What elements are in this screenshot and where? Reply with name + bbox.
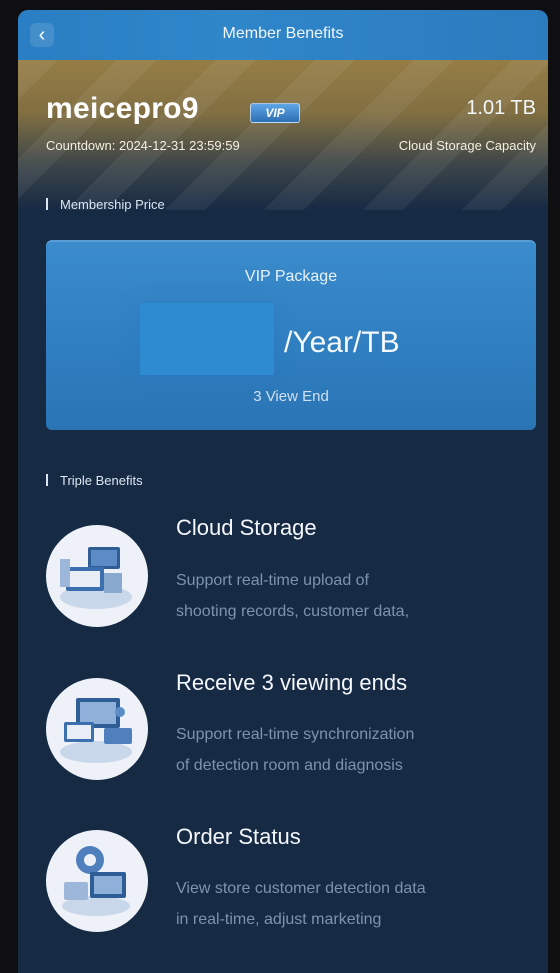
viewing-ends-icon [46, 678, 148, 780]
member-benefits-screen: ‹ Member Benefits meicepro9 VIP 1.01 TB … [18, 10, 548, 973]
storage-capacity: 1.01 TB [466, 97, 536, 119]
profile-hero [18, 60, 548, 210]
benefit-desc-line: Support real-time synchronization [176, 726, 415, 743]
benefit-desc-line: shooting records, customer data, [176, 603, 410, 620]
username: meicepro9 [46, 92, 199, 125]
benefit-desc-line: of detection room and diagnosis [176, 757, 403, 774]
benefit-title: Cloud Storage [176, 515, 317, 540]
top-bar: ‹ Member Benefits [18, 10, 548, 60]
capacity-label: Cloud Storage Capacity [398, 138, 536, 153]
cloud-storage-icon [46, 525, 148, 627]
package-name: VIP Package [244, 268, 338, 285]
viewing-ends-illustration [47, 679, 147, 779]
benefit-title: Order Status [176, 824, 301, 849]
triple-benefits-label: Triple Benefits [60, 473, 143, 488]
benefit-title: Receive 3 viewing ends [176, 670, 408, 695]
membership-price-label: Membership Price [60, 197, 165, 212]
countdown: Countdown: 2024-12-31 23:59:59 [46, 138, 240, 153]
benefit-desc-line: Support real-time upload of [176, 572, 369, 589]
price-unit: /Year/TB [284, 326, 400, 359]
order-status-illustration [47, 831, 147, 931]
triple-benefits-heading: Triple Benefits [46, 473, 143, 488]
vip-badge: VIP [250, 103, 300, 123]
view-ends: 3 View End [253, 388, 329, 405]
price-redacted [140, 303, 274, 375]
benefit-description: View store customer detection data in re… [176, 873, 536, 935]
benefit-description: Support real-time upload of shooting rec… [176, 565, 536, 627]
benefit-desc-line: in real-time, adjust marketing [176, 911, 382, 928]
membership-price-heading: Membership Price [46, 197, 165, 212]
page-title: Member Benefits [222, 25, 344, 42]
benefit-description: Support real-time synchronization of det… [176, 719, 536, 781]
section-bar [46, 198, 48, 210]
vip-package-card[interactable]: VIP Package /Year/TB 3 View End [46, 240, 536, 430]
benefit-desc-line: View store customer detection data [176, 880, 426, 897]
cloud-storage-illustration [47, 526, 147, 626]
order-status-icon [46, 830, 148, 932]
section-bar [46, 474, 48, 486]
